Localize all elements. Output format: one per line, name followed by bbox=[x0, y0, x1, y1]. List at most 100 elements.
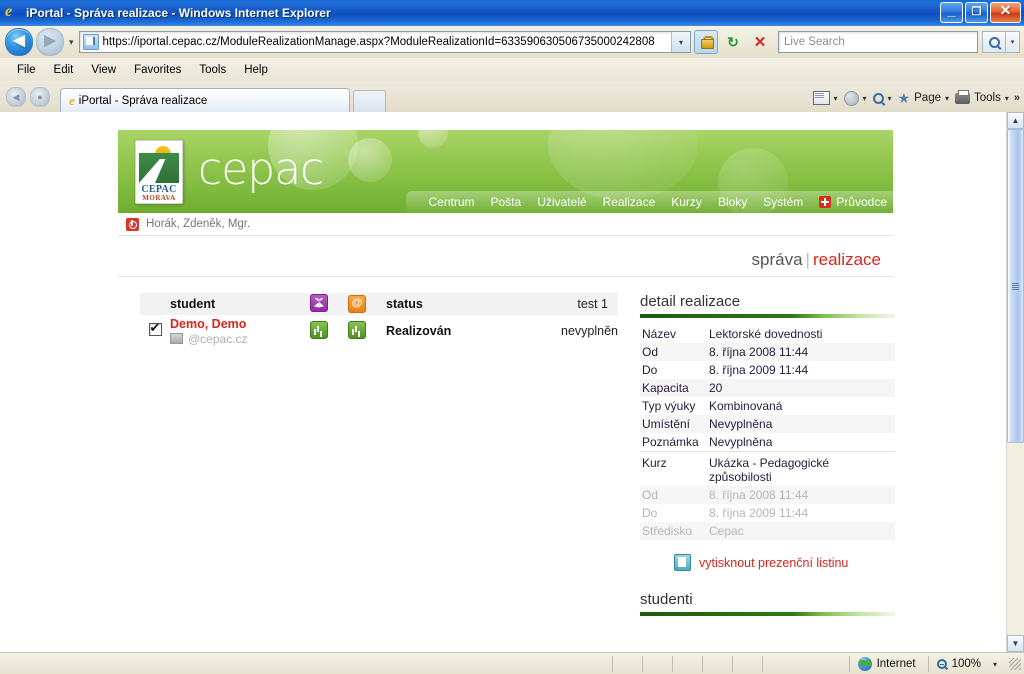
page-content: CEPAC MORAVA cepac Centrum Pošta Uživate… bbox=[118, 130, 895, 623]
zoom-level: 100% bbox=[951, 658, 981, 670]
close-button[interactable]: ✕ bbox=[990, 2, 1021, 23]
history-dropdown-chevron-down-icon[interactable]: ▾ bbox=[69, 37, 74, 48]
menu-item-favorites[interactable]: Favorites bbox=[125, 64, 190, 76]
cepac-logo: CEPAC MORAVA bbox=[135, 140, 183, 204]
detail-key: Od bbox=[642, 345, 659, 359]
chart-icon[interactable] bbox=[310, 320, 328, 339]
detail-key: Do bbox=[642, 506, 658, 520]
detail-key: Středisko bbox=[642, 524, 693, 538]
search-input[interactable]: Live Search bbox=[778, 31, 978, 53]
main-navigation: Centrum Pošta Uživatelé Realizace Kurzy … bbox=[406, 191, 893, 213]
forward-button[interactable]: ▶ bbox=[36, 28, 64, 56]
zoom-icon bbox=[936, 659, 947, 669]
menu-item-tools[interactable]: Tools bbox=[190, 64, 235, 76]
nav-item-posta[interactable]: Pošta bbox=[483, 195, 530, 209]
stop-button[interactable]: ✕ bbox=[748, 30, 772, 54]
tab-list-icon[interactable]: ● bbox=[30, 87, 50, 107]
current-user-name: Horák, Zdeněk, Mgr. bbox=[146, 218, 251, 230]
chevron-down-icon[interactable]: ▾ bbox=[993, 660, 997, 669]
menu-item-edit[interactable]: Edit bbox=[45, 64, 83, 76]
col-test: test 1 bbox=[577, 297, 608, 311]
zoom-control[interactable]: 100% ▾ bbox=[927, 656, 1003, 672]
scroll-down-button[interactable]: ▼ bbox=[1007, 635, 1024, 652]
maximize-button[interactable]: ❐ bbox=[965, 2, 988, 23]
command-page[interactable]: ★ Page ▾ bbox=[898, 91, 949, 105]
lock-icon bbox=[700, 35, 714, 49]
breadcrumb-separator: | bbox=[805, 250, 810, 269]
command-tools[interactable]: Tools ▾ bbox=[955, 89, 1009, 104]
browser-window: e iPortal - Správa realizace - Windows I… bbox=[0, 0, 1024, 674]
url-input[interactable]: https://iportal.cepac.cz/ModuleRealizati… bbox=[78, 31, 691, 53]
detail-row: Poznámka Nevyplněna bbox=[640, 433, 895, 452]
breadcrumb-primary[interactable]: správa bbox=[752, 250, 803, 269]
nav-item-system[interactable]: Systém bbox=[755, 195, 811, 209]
detail-key: Od bbox=[642, 488, 659, 502]
title-bar: e iPortal - Správa realizace - Windows I… bbox=[0, 0, 1024, 27]
brand-wordmark: cepac bbox=[198, 144, 324, 195]
nav-item-kurzy[interactable]: Kurzy bbox=[663, 195, 710, 209]
col-student: student bbox=[170, 297, 216, 311]
detail-row: Do 8. října 2009 11:44 bbox=[640, 361, 895, 379]
page-favicon-icon bbox=[82, 34, 99, 50]
detail-table: Název Lektorské dovednosti Od 8. října 200… bbox=[640, 325, 895, 540]
nav-item-bloky[interactable]: Bloky bbox=[710, 195, 755, 209]
command-search[interactable]: ▾ bbox=[872, 92, 892, 104]
nav-item-centrum[interactable]: Centrum bbox=[420, 195, 482, 209]
command-page-label: Page bbox=[914, 92, 941, 104]
detail-value: 20 bbox=[709, 381, 723, 395]
nav-item-uzivatele[interactable]: Uživatelé bbox=[529, 195, 594, 209]
logout-icon[interactable] bbox=[126, 217, 139, 231]
chevron-down-icon: ▾ bbox=[862, 93, 867, 103]
search-button[interactable] bbox=[982, 31, 1006, 53]
command-mail[interactable]: ▾ bbox=[812, 91, 838, 105]
vertical-scrollbar[interactable]: ▲ ▼ bbox=[1006, 112, 1024, 652]
nav-item-realizace[interactable]: Realizace bbox=[595, 195, 664, 209]
minimize-icon: _ bbox=[947, 2, 956, 18]
detail-heading-rule bbox=[640, 314, 895, 318]
detail-value: 8. října 2008 11:44 bbox=[709, 488, 809, 502]
menu-item-help[interactable]: Help bbox=[235, 64, 277, 76]
tab-back-icon[interactable]: ◀ bbox=[6, 87, 26, 107]
tab-iportal[interactable]: e iPortal - Správa realizace bbox=[60, 88, 350, 112]
page-viewport: CEPAC MORAVA cepac Centrum Pošta Uživate… bbox=[0, 112, 1007, 652]
detail-value: Nevyplněna bbox=[709, 417, 773, 431]
detail-row: Kapacita 20 bbox=[640, 379, 895, 397]
scrollbar-thumb[interactable] bbox=[1007, 129, 1024, 443]
url-dropdown-chevron-down-icon[interactable]: ▾ bbox=[671, 32, 690, 52]
chevron-down-icon: ▾ bbox=[1004, 93, 1009, 103]
print-attendance-link-row[interactable]: vytisknout prezenční listinu bbox=[674, 554, 895, 571]
resize-grip[interactable] bbox=[1009, 658, 1021, 670]
back-button[interactable]: ◀ bbox=[5, 28, 33, 56]
students-table: student @ status test 1 Dem bbox=[140, 293, 618, 347]
students-panel: student @ status test 1 Dem bbox=[118, 277, 618, 623]
students-table-body: Demo, Demo @cepac.cz Realizován nevypl bbox=[140, 315, 618, 347]
col-status: status bbox=[386, 297, 423, 311]
chart-icon[interactable] bbox=[348, 320, 366, 339]
breadcrumb-secondary: realizace bbox=[812, 250, 881, 269]
command-feeds[interactable]: ▾ bbox=[843, 90, 867, 106]
chevron-down-icon: ▾ bbox=[944, 93, 949, 103]
forward-arrow-icon: ▶ bbox=[44, 32, 56, 49]
decorative-bubble bbox=[348, 138, 392, 182]
globe-icon bbox=[857, 657, 872, 671]
refresh-icon: ↻ bbox=[727, 33, 739, 50]
students-heading: studenti bbox=[640, 591, 693, 608]
new-tab-button[interactable] bbox=[353, 90, 386, 112]
menu-item-view[interactable]: View bbox=[82, 64, 125, 76]
globe-icon bbox=[843, 90, 859, 106]
row-checkbox[interactable] bbox=[148, 320, 162, 336]
search-provider-dropdown[interactable]: ▾ bbox=[1006, 31, 1020, 53]
command-overflow-icon[interactable]: » bbox=[1014, 92, 1020, 104]
scroll-up-button[interactable]: ▲ bbox=[1007, 112, 1024, 129]
menu-item-file[interactable]: File bbox=[8, 64, 45, 76]
nav-item-pruvodce[interactable]: Průvodce bbox=[811, 195, 887, 209]
security-lock-button[interactable] bbox=[694, 30, 718, 54]
security-zone[interactable]: Internet bbox=[848, 656, 916, 672]
close-icon: ✕ bbox=[999, 2, 1012, 18]
student-name[interactable]: Demo, Demo bbox=[170, 317, 310, 331]
site-header: CEPAC MORAVA cepac Centrum Pošta Uživate… bbox=[118, 130, 893, 213]
detail-key: Do bbox=[642, 363, 658, 377]
minimize-button[interactable]: _ bbox=[940, 2, 963, 23]
refresh-button[interactable]: ↻ bbox=[721, 30, 745, 54]
printer-icon bbox=[955, 89, 970, 104]
